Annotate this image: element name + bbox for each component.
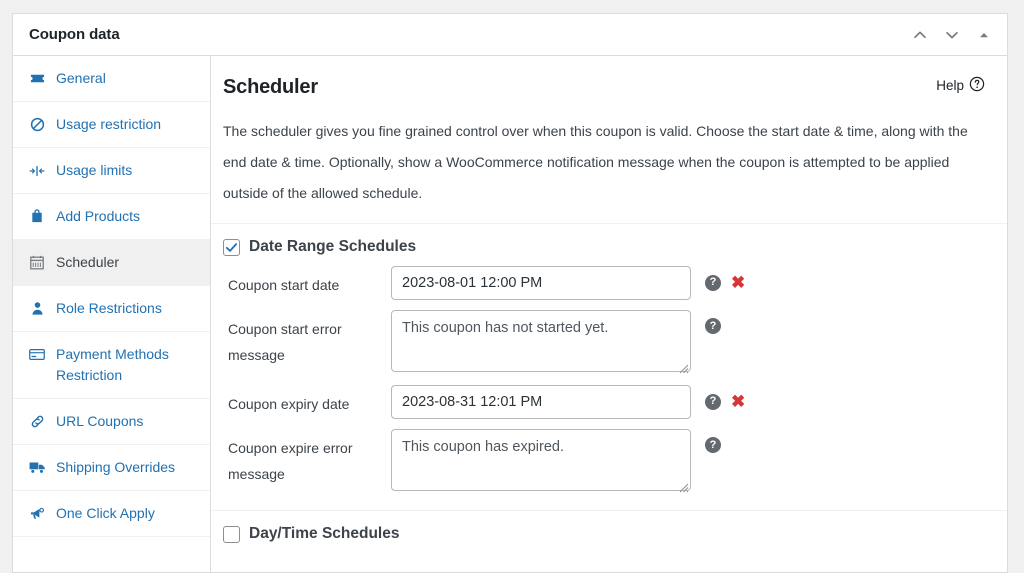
coupon-start-date-row-icons: ? ✖ [691,266,745,291]
sidebar-item-label: Shipping Overrides [56,459,176,475]
clear-date-icon[interactable]: ✖ [731,393,745,410]
panel-header: Coupon data [13,14,1007,56]
section-title: Scheduler [223,76,318,98]
scheduler-intro-head: Scheduler Help [223,74,985,100]
coupon-start-date-label: Coupon start date [228,277,340,293]
date-range-schedules-label: Date Range Schedules [249,238,417,255]
date-range-schedules-checkbox[interactable] [223,238,240,256]
coupon-expire-error-field-wrap: This coupon has expired. [391,429,691,494]
coupon-expire-error-row-icons: ? [691,429,721,453]
triangle-up-icon [977,28,991,42]
day-time-schedules-label: Day/Time Schedules [249,525,400,542]
coupon-expiry-date-row: Coupon expiry date ? ✖ [223,385,995,419]
coupon-expiry-date-input[interactable] [391,385,691,419]
chevron-down-icon [944,27,960,43]
coupon-expire-error-row: Coupon expire error message This coupon … [223,429,995,494]
coupon-data-sidebar: General Usage restriction Usage limits A… [13,56,211,572]
sidebar-item-label: URL Coupons [56,413,144,429]
panel-body: General Usage restriction Usage limits A… [13,56,1007,572]
help-tip-icon[interactable]: ? [705,393,721,410]
sidebar-item-label: Scheduler [56,254,120,270]
date-range-schedules-header: Date Range Schedules [223,238,995,256]
sidebar-item-one-click-apply[interactable]: One Click Apply [13,491,210,537]
scheduler-description: The scheduler gives you fine grained con… [223,123,968,201]
megaphone-icon [27,503,47,524]
day-time-schedules-header: Day/Time Schedules [223,525,995,543]
coupon-expire-error-textarea-wrap: This coupon has expired. [391,429,691,494]
coupon-start-date-row: Coupon start date ? ✖ [223,266,995,300]
sidebar-item-scheduler[interactable]: Scheduler [13,240,210,286]
sidebar-item-general[interactable]: General [13,56,210,102]
sidebar-item-label: Role Restrictions [56,300,162,316]
move-up-button[interactable] [905,20,935,50]
sidebar-item-usage-restriction[interactable]: Usage restriction [13,102,210,148]
clear-date-icon[interactable]: ✖ [731,274,745,291]
sidebar-item-payment-methods-restriction[interactable]: Payment Methods Restriction [13,332,210,399]
coupon-start-error-row-icons: ? [691,310,721,334]
sidebar-item-label: Add Products [56,208,141,224]
date-range-schedules-section: Date Range Schedules Coupon start date ?… [211,224,1007,511]
page-title: Coupon data [29,26,120,43]
sidebar-item-usage-limits[interactable]: Usage limits [13,148,210,194]
coupon-start-error-textarea[interactable]: This coupon has not started yet. [391,310,691,372]
help-tip-icon[interactable]: ? [705,274,721,291]
sidebar-item-label: General [56,70,106,86]
coupon-start-error-field-wrap: This coupon has not started yet. [391,310,691,375]
calendar-icon [27,252,47,273]
scheduler-intro: Scheduler Help The scheduler gives you f… [211,56,1007,224]
coupon-start-error-row: Coupon start error message This coupon h… [223,310,995,375]
sidebar-item-shipping-overrides[interactable]: Shipping Overrides [13,445,210,491]
question-circle-icon [969,76,985,95]
panel-header-controls [905,20,999,50]
coupon-expiry-date-row-icons: ? ✖ [691,385,745,410]
credit-card-icon [27,344,47,365]
day-time-schedules-checkbox[interactable] [223,525,240,543]
sidebar-item-add-products[interactable]: Add Products [13,194,210,240]
help-tip-icon[interactable]: ? [705,437,721,453]
coupon-expire-error-label: Coupon expire error message [228,440,353,482]
ticket-icon [27,68,47,89]
chevron-up-icon [912,27,928,43]
help-label: Help [936,78,964,93]
move-down-button[interactable] [937,20,967,50]
scheduler-content: Scheduler Help The scheduler gives you f… [211,56,1007,572]
coupon-expiry-date-field-wrap [391,385,691,419]
sidebar-item-label: Payment Methods Restriction [56,346,169,383]
day-time-schedules-section: Day/Time Schedules [211,511,1007,567]
sidebar-item-role-restrictions[interactable]: Role Restrictions [13,286,210,332]
limits-icon [27,160,47,181]
coupon-start-error-textarea-wrap: This coupon has not started yet. [391,310,691,375]
bag-icon [27,206,47,227]
sidebar-item-label: Usage restriction [56,116,162,132]
coupon-data-panel: Coupon data General Usage restriction Us… [12,13,1008,573]
coupon-start-error-label: Coupon start error message [228,321,342,363]
link-icon [27,411,47,432]
coupon-expire-error-textarea[interactable]: This coupon has expired. [391,429,691,491]
truck-icon [27,457,47,478]
sidebar-item-label: One Click Apply [56,505,155,521]
user-icon [27,298,47,319]
help-tip-icon[interactable]: ? [705,318,721,334]
coupon-start-date-input[interactable] [391,266,691,300]
coupon-start-date-field-wrap [391,266,691,300]
help-link[interactable]: Help [936,74,985,95]
sidebar-item-label: Usage limits [56,162,133,178]
coupon-expiry-date-label: Coupon expiry date [228,396,350,412]
sidebar-item-url-coupons[interactable]: URL Coupons [13,399,210,445]
no-entry-icon [27,114,47,135]
toggle-panel-button[interactable] [969,20,999,50]
